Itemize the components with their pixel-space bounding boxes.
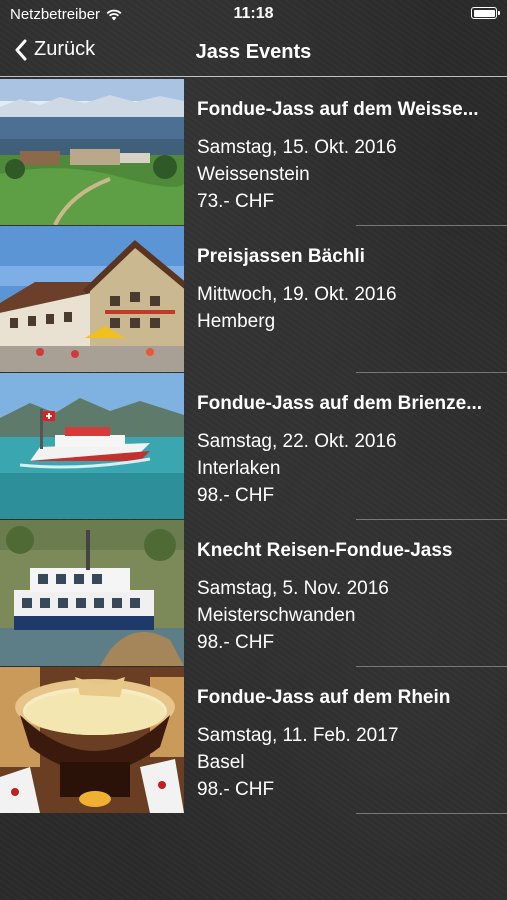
event-image-mountain-landscape [0,79,184,225]
event-price: 73.- CHF [197,191,275,212]
event-details: Fondue-Jass auf dem Rhein Samstag, 11. F… [197,687,502,803]
event-title: Preisjassen Bächli [197,246,365,267]
event-image-fondue-pot [0,667,184,813]
event-row[interactable]: Preisjassen Bächli Mittwoch, 19. Okt. 20… [0,226,507,373]
event-price: 98.- CHF [197,632,275,653]
event-price: 98.- CHF [197,779,275,800]
status-bar: Netzbetreiber 11:18 [0,0,507,28]
event-date: Samstag, 5. Nov. 2016 [197,578,389,599]
event-image-lake-ship [0,373,184,519]
clock: 11:18 [233,5,274,22]
event-row[interactable]: Knecht Reisen-Fondue-Jass Samstag, 5. No… [0,520,507,667]
event-image-lake-steamer [0,520,184,666]
battery-icon [471,7,500,19]
event-details: Fondue-Jass auf dem Brienze... Samstag, … [197,393,502,509]
event-row[interactable]: Fondue-Jass auf dem Rhein Samstag, 11. F… [0,667,507,814]
event-details: Knecht Reisen-Fondue-Jass Samstag, 5. No… [197,540,502,656]
event-title: Fondue-Jass auf dem Brienze... [197,393,483,414]
event-location: Interlaken [197,458,281,479]
event-row[interactable]: Fondue-Jass auf dem Weisse... Samstag, 1… [0,79,507,226]
event-details: Fondue-Jass auf dem Weisse... Samstag, 1… [197,99,502,215]
event-date: Samstag, 15. Okt. 2016 [197,137,397,158]
event-row[interactable]: Fondue-Jass auf dem Brienze... Samstag, … [0,373,507,520]
event-title: Knecht Reisen-Fondue-Jass [197,540,453,561]
navigation-bar: Zurück Jass Events [0,28,507,77]
page-title: Jass Events [195,41,312,63]
event-location: Basel [197,752,245,773]
event-location: Weissenstein [197,164,310,185]
event-date: Samstag, 11. Feb. 2017 [197,725,399,746]
event-location: Meisterschwanden [197,605,356,626]
event-title: Fondue-Jass auf dem Weisse... [197,99,479,120]
row-separator [356,813,507,814]
event-details: Preisjassen Bächli Mittwoch, 19. Okt. 20… [197,246,502,335]
event-title: Fondue-Jass auf dem Rhein [197,687,451,708]
event-list: Fondue-Jass auf dem Weisse... Samstag, 1… [0,79,507,814]
event-date: Mittwoch, 19. Okt. 2016 [197,284,397,305]
event-image-village-inn [0,226,184,372]
event-date: Samstag, 22. Okt. 2016 [197,431,397,452]
event-price: 98.- CHF [197,485,275,506]
event-location: Hemberg [197,311,276,332]
